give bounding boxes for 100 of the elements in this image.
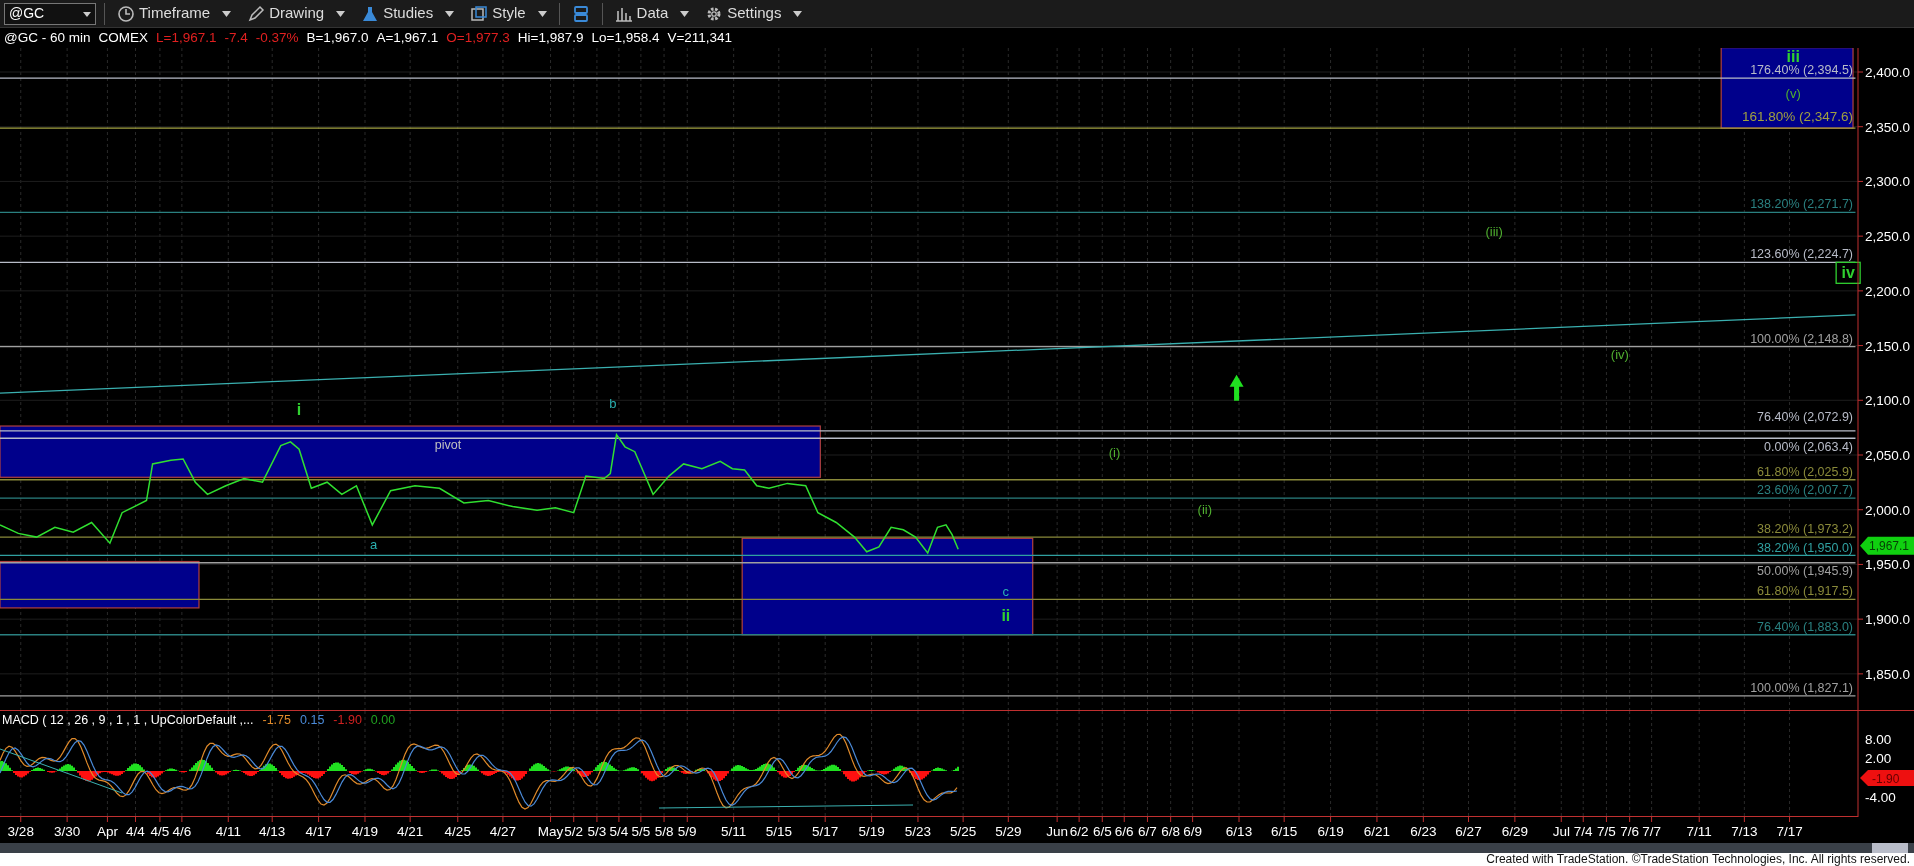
date-tick-label: 6/15 bbox=[1271, 824, 1298, 839]
quote-field: Lo=1,958.4 bbox=[591, 27, 660, 49]
quote-field: -0.37% bbox=[255, 27, 299, 49]
axis-tick-label: 2,000.0 bbox=[1865, 502, 1911, 518]
axis-tick-label: 2,400.0 bbox=[1865, 65, 1911, 80]
date-tick-label: 5/15 bbox=[765, 824, 792, 839]
wave-label: i bbox=[296, 401, 302, 419]
date-tick-label: Apr bbox=[96, 824, 118, 839]
toolbar-button[interactable]: Drawing bbox=[243, 1, 350, 26]
date-tick-label: 5/25 bbox=[950, 824, 977, 839]
axis-tick-label: 2,350.0 bbox=[1865, 119, 1911, 135]
wave-label: c bbox=[1002, 583, 1010, 599]
caret-icon bbox=[537, 10, 547, 17]
axis-tick-label: 8.00 bbox=[1865, 732, 1892, 747]
caret-icon bbox=[445, 10, 455, 17]
date-tick-label: 4/5 bbox=[150, 824, 170, 839]
date-tick-label: 7/4 bbox=[1573, 824, 1593, 839]
quote-field: COMEX bbox=[98, 27, 148, 49]
caret-icon bbox=[680, 10, 690, 17]
fibonacci-level-label: 100.00% (2,148.8) bbox=[1750, 331, 1853, 346]
date-tick-label: 6/7 bbox=[1138, 824, 1157, 839]
axis-tick-label: -4.00 bbox=[1865, 790, 1896, 805]
date-tick-label: 5/17 bbox=[812, 824, 839, 839]
quote-field: O=1,977.3 bbox=[446, 27, 510, 49]
fibonacci-level-label: 138.20% (2,271.7) bbox=[1750, 197, 1853, 212]
date-tick-label: 3/30 bbox=[54, 824, 81, 839]
quote-field: B=1,967.0 bbox=[306, 27, 369, 49]
axis-tick-label: 2,150.0 bbox=[1865, 338, 1911, 354]
date-tick-label: 5/8 bbox=[654, 824, 674, 839]
date-tick-label: 6/6 bbox=[1114, 824, 1134, 839]
axis-tick-label: 1,950.0 bbox=[1865, 557, 1911, 573]
fibonacci-level-label: 61.80% (1,917.5) bbox=[1757, 584, 1853, 599]
fibonacci-level-label: 0.00% (2,063.4) bbox=[1764, 440, 1853, 455]
indicator-value: 0.00 bbox=[370, 713, 396, 727]
layout-icon bbox=[571, 5, 590, 24]
date-tick-label: 3/28 bbox=[7, 824, 34, 839]
date-tick-label: 6/23 bbox=[1410, 824, 1437, 839]
date-tick-label: 4/27 bbox=[489, 824, 517, 839]
wave-label: (v) bbox=[1785, 85, 1801, 101]
wave-label: iv bbox=[1841, 264, 1855, 282]
last-value-tag: -1.90 bbox=[1860, 770, 1914, 786]
date-tick-label: 6/21 bbox=[1363, 824, 1391, 839]
toolbar-button[interactable]: Studies bbox=[357, 1, 459, 26]
date-tick-label: 6/8 bbox=[1161, 824, 1181, 839]
wave-label: b bbox=[609, 395, 617, 411]
caret-icon bbox=[222, 10, 232, 17]
clock-icon bbox=[117, 5, 135, 24]
axis-tick-label: 2.00 bbox=[1865, 751, 1892, 766]
wave-label: (i) bbox=[1108, 444, 1121, 460]
axis-tick-label: 1,850.0 bbox=[1865, 666, 1911, 682]
fibonacci-level-label: 23.60% (2,007.7) bbox=[1757, 483, 1853, 498]
date-tick-label: 5/19 bbox=[858, 824, 885, 839]
fibonacci-level-label: 123.60% (2,224.7) bbox=[1750, 247, 1853, 262]
scrollbar-thumb[interactable] bbox=[1872, 843, 1908, 853]
indicator-value: 0.15 bbox=[300, 713, 325, 727]
date-tick-label: 5/11 bbox=[721, 824, 747, 839]
date-tick-label: 5/29 bbox=[995, 824, 1022, 839]
date-tick-label: 6/27 bbox=[1455, 824, 1482, 839]
quote-field: Hi=1,987.9 bbox=[517, 27, 584, 49]
wave-label: (iii) bbox=[1485, 223, 1503, 239]
date-tick-label: 4/6 bbox=[172, 824, 192, 839]
date-tick-label: 5/4 bbox=[609, 824, 629, 839]
quote-field: L=1,967.1 bbox=[156, 27, 217, 49]
date-tick-label: Jul bbox=[1552, 824, 1570, 839]
symbol-field[interactable]: @GC bbox=[4, 2, 96, 25]
date-tick-label: 4/11 bbox=[215, 824, 241, 839]
last-price-tag: 1,967.1 bbox=[1860, 536, 1914, 555]
date-tick-label: 7/6 bbox=[1620, 824, 1640, 839]
date-tick-label: 4/25 bbox=[444, 824, 471, 839]
date-tick-label: 7/11 bbox=[1686, 824, 1712, 839]
wave-label: (iv) bbox=[1610, 346, 1629, 362]
copyright-text: Created with TradeStation. ©TradeStation Technologies, Inc. All rights reserved. bbox=[1486, 853, 1910, 866]
toolbar-button[interactable]: Timeframe bbox=[113, 1, 236, 26]
date-tick-label: 5/9 bbox=[677, 824, 697, 839]
quote-field: -7.4 bbox=[224, 27, 248, 49]
date-tick-label: May bbox=[537, 824, 564, 839]
date-tick-label: 4/17 bbox=[305, 824, 332, 839]
caret-icon bbox=[336, 10, 346, 17]
wave-label: iii bbox=[1786, 48, 1800, 66]
date-tick-label: 4/4 bbox=[126, 824, 145, 839]
date-tick-label: 4/13 bbox=[259, 824, 286, 839]
toolbar-button[interactable]: Settings bbox=[701, 1, 807, 26]
date-tick-label: 6/2 bbox=[1069, 824, 1089, 839]
quote-field: A=1,967.1 bbox=[376, 27, 439, 49]
axis-tick-label: 2,050.0 bbox=[1865, 448, 1911, 463]
pencil-icon bbox=[247, 5, 266, 24]
date-tick-label: 4/19 bbox=[351, 824, 379, 839]
fibonacci-level-label: 38.20% (1,973.2) bbox=[1757, 522, 1853, 537]
date-tick-label: 4/21 bbox=[397, 824, 424, 839]
axis-tick-label: 1,900.0 bbox=[1865, 612, 1911, 628]
wave-label: a bbox=[369, 537, 378, 553]
axis-tick-label: 2,100.0 bbox=[1865, 393, 1911, 409]
date-tick-label: 6/9 bbox=[1183, 824, 1202, 839]
fibonacci-level-label: 50.00% (1,945.9) bbox=[1757, 563, 1853, 578]
axis-tick-label: 2,200.0 bbox=[1865, 283, 1911, 299]
toolbar-button[interactable]: Style bbox=[466, 1, 551, 26]
toolbar-button[interactable]: Data bbox=[610, 1, 694, 26]
label-frame bbox=[1835, 261, 1861, 284]
date-tick-label: 6/5 bbox=[1092, 824, 1112, 839]
date-tick-label: 5/5 bbox=[631, 824, 651, 839]
